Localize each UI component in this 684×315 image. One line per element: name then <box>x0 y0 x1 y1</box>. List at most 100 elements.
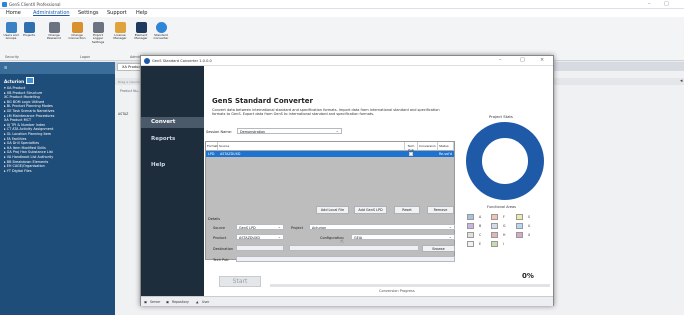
sidebar-tree-item[interactable]: ▸ GA Drill Specialties <box>4 141 39 145</box>
nav-reports[interactable]: Reports <box>151 136 175 142</box>
conversion-table: Format Source Tech Pub Conversion Status… <box>205 141 455 260</box>
sidebar-tree-item[interactable]: ▸ EH CAGE/Organisation <box>4 164 45 168</box>
password-icon <box>48 22 60 33</box>
dialog-close-button[interactable]: × <box>540 57 544 63</box>
standard-converter-button[interactable]: Standard Converter <box>151 22 171 41</box>
sidebar-tree-item[interactable]: ▸ GL Location Planning Item <box>4 132 51 136</box>
menu-support[interactable]: Support <box>107 10 127 16</box>
window-title: GenS ClientX Professional <box>9 2 61 7</box>
table-row[interactable]: LPD ASTAZDUXD Re-sol'd <box>206 151 454 157</box>
users-groups-button[interactable]: Users and Groups <box>3 22 19 41</box>
browse-button[interactable]: Browse <box>422 245 455 252</box>
legend-swatch <box>491 214 498 220</box>
reset-button[interactable]: Reset <box>394 206 420 214</box>
start-button[interactable]: Start <box>219 276 261 287</box>
project-select[interactable]: Acturion <box>309 224 455 230</box>
sidebar-tree-item[interactable]: ▸ GA Proj Han Substance List <box>4 150 53 154</box>
sidebar-tree-item[interactable]: ▸ CT ATA Activity Assignment <box>4 127 53 131</box>
configuration-select[interactable]: GEIA <box>351 234 455 240</box>
sidebar-tree-item[interactable]: ▸ GE Task Scenario Narratives <box>4 109 54 113</box>
server-icon: ▣ <box>144 300 148 304</box>
hamburger-icon[interactable]: ☰ <box>4 66 7 70</box>
sidebar-tree-item[interactable]: ▸ LM Maintenance Procedures <box>4 114 54 118</box>
sidebar-tree-item[interactable]: ▸ BB Breakdown Elements <box>4 160 48 164</box>
grid-row-code[interactable]: ASTAZ <box>118 112 128 116</box>
techpub-field[interactable] <box>236 256 455 262</box>
add-gens-lpd-button[interactable]: Add GenS LPD <box>354 206 387 214</box>
sidebar-tree-item[interactable]: ▸ YT Digital Files <box>4 169 32 173</box>
connection-icon <box>71 22 83 33</box>
destination-type-select[interactable] <box>236 245 284 251</box>
sidebar-tree-item[interactable]: ▸ BG BOM Logic Utilised <box>4 100 44 104</box>
license-manager-button[interactable]: License Manager <box>110 22 130 41</box>
sidebar-header <box>0 62 115 74</box>
sidebar-tree-item[interactable]: ▸ HA Item Modified Skills <box>4 146 46 150</box>
legend-swatch <box>467 223 474 229</box>
col-source[interactable]: Source <box>218 142 405 151</box>
sidebar-tree-item[interactable]: ▸ XB Product Structure <box>4 91 42 95</box>
details-label: Details <box>208 217 221 221</box>
sidebar-tree-item[interactable]: ▸ XJ TPI & Number Index <box>4 123 45 127</box>
sidebar-tree-item[interactable]: XC Product Modelling <box>4 95 40 99</box>
menu-home[interactable]: Home <box>6 10 21 16</box>
destination-field[interactable] <box>289 245 419 251</box>
dialog-minimize-button[interactable]: – <box>499 57 502 63</box>
legend-swatch <box>516 223 523 229</box>
legend-label: C <box>479 233 482 237</box>
legend-label: G <box>503 224 506 228</box>
export-logger-settings-button[interactable]: Export Logger Settings <box>88 22 108 44</box>
remove-button[interactable]: Remove <box>427 206 454 214</box>
group-security: Security <box>5 55 19 59</box>
nav-convert[interactable]: Convert <box>141 117 204 128</box>
menu-settings[interactable]: Settings <box>78 10 99 16</box>
legend-label: E <box>479 242 482 246</box>
product-select[interactable]: ASTAZDUXD <box>236 234 284 240</box>
session-name-select[interactable]: Demonstration <box>237 128 342 134</box>
col-conversion[interactable]: Conversion <box>418 142 438 151</box>
window-title-bar: GenS ClientX Professional – □ <box>0 0 684 9</box>
legend-label: I <box>503 242 504 246</box>
repository-label: Repository <box>172 300 189 304</box>
users-icon <box>5 22 17 33</box>
legend-swatch <box>491 223 498 229</box>
legend-swatch <box>467 232 474 238</box>
sidebar-tree-item[interactable]: XA Product MCT <box>4 118 31 122</box>
sidebar-tree-item[interactable]: ▸ BL Product Planning Modes <box>4 104 53 108</box>
progress-label: Conversion Progress <box>379 289 415 293</box>
legend-label: A <box>479 215 482 219</box>
nav-help[interactable]: Help <box>151 162 165 168</box>
maximize-button[interactable]: □ <box>664 1 669 7</box>
element-icon <box>135 22 147 33</box>
minimize-button[interactable]: – <box>648 1 651 7</box>
sidebar-tree-item[interactable]: ▸ VA Handbook List Authority <box>4 155 53 159</box>
dialog-title-bar: GenS Standard Converter 1.0.0.0 – □ × <box>141 56 553 66</box>
col-status[interactable]: Status <box>438 142 454 151</box>
grid-column-header[interactable]: Product Nu.. <box>120 89 140 93</box>
dialog-status-bar: ▣ Server ▣ Repository ▲ User <box>141 296 553 306</box>
projects-button[interactable]: Projects <box>22 22 36 37</box>
col-techpub[interactable]: Tech Pub <box>405 142 418 152</box>
sidebar-tree-item[interactable]: ▸ FA Facilities <box>4 137 26 141</box>
license-icon <box>114 22 126 33</box>
user-icon: ▲ <box>196 300 199 304</box>
row-techpub-checkbox[interactable] <box>409 152 413 156</box>
legend-label: U <box>528 224 531 228</box>
menu-help[interactable]: Help <box>136 10 147 16</box>
sidebar-tree-item[interactable]: ▾ XA Product <box>4 86 25 90</box>
panel-collapse-icon[interactable]: ◂ <box>680 78 683 84</box>
col-format[interactable]: Format <box>206 142 218 151</box>
add-local-file-button[interactable]: Add Local File <box>316 206 349 214</box>
dialog-nav: Convert Reports Help <box>141 66 204 297</box>
product-label: Product <box>213 236 227 240</box>
project-logo-icon <box>26 77 34 84</box>
change-password-button[interactable]: Change Password <box>44 22 64 41</box>
element-manager-button[interactable]: Element Manager <box>132 22 150 41</box>
dialog-title: GenS Standard Converter 1.0.0.0 <box>152 59 212 63</box>
row-source: ASTAZDUXD <box>220 152 241 156</box>
menu-administration[interactable]: Administration <box>33 10 70 16</box>
source-select[interactable]: GenS LPD <box>236 224 284 230</box>
dialog-maximize-button[interactable]: □ <box>520 57 525 63</box>
menu-bar <box>0 9 684 17</box>
group-logon: Logon <box>80 55 91 59</box>
change-connection-button[interactable]: Change Connection <box>66 22 88 41</box>
